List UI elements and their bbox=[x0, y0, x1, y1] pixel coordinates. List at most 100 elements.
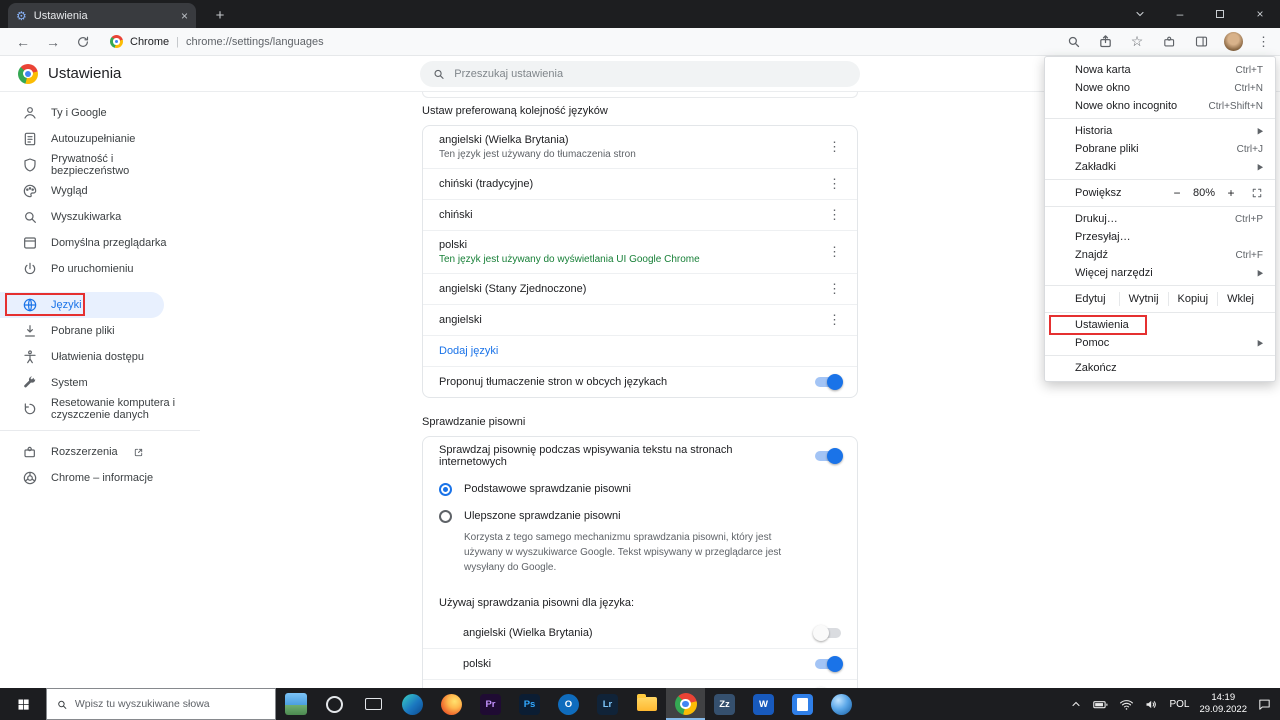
taskbar-outlook-icon[interactable]: O bbox=[549, 688, 588, 720]
menu-item-nowa-karta[interactable]: Nowa karta Ctrl+T bbox=[1045, 61, 1275, 79]
sidebar-item-rozszerzenia[interactable]: Rozszerzenia bbox=[0, 439, 200, 465]
taskbar-document-app-icon[interactable] bbox=[783, 688, 822, 720]
sidebar-item-system[interactable]: System bbox=[0, 370, 200, 396]
hidden-icons-chevron[interactable] bbox=[1070, 698, 1082, 710]
sidebar-item-autouzupelnianie[interactable]: Autouzupełnianie bbox=[0, 126, 200, 152]
sidebar-item-wyglad[interactable]: Wygląd bbox=[0, 178, 200, 204]
spellcheck-toggle[interactable] bbox=[815, 447, 843, 464]
menu-item-znajdz[interactable]: Znajdź Ctrl+F bbox=[1045, 246, 1275, 264]
taskbar-firefox-icon[interactable] bbox=[432, 688, 471, 720]
volume-icon[interactable] bbox=[1144, 697, 1159, 712]
settings-search-input[interactable] bbox=[454, 68, 848, 80]
menu-item-wiecej-narzedzi[interactable]: Więcej narzędzi ▶ bbox=[1045, 264, 1275, 282]
sidebar-item-po-uruchomieniu[interactable]: Po uruchomieniu bbox=[0, 256, 200, 282]
minimize-button[interactable]: – bbox=[1160, 0, 1200, 28]
copy-button[interactable]: Kopiuj bbox=[1167, 292, 1218, 306]
profile-avatar[interactable] bbox=[1224, 32, 1243, 51]
taskbar-search[interactable] bbox=[46, 688, 276, 720]
menu-item-historia[interactable]: Historia ▶ bbox=[1045, 122, 1275, 140]
extensions-icon[interactable] bbox=[1160, 33, 1178, 51]
taskbar-chrome-icon[interactable] bbox=[666, 688, 705, 720]
clock[interactable]: 14:19 29.09.2022 bbox=[1199, 692, 1247, 717]
enhanced-spellcheck-radio[interactable] bbox=[439, 509, 452, 523]
sidebar-item-label: Domyślna przeglądarka bbox=[51, 236, 167, 249]
browser-window-icon bbox=[22, 235, 38, 251]
side-panel-icon[interactable] bbox=[1192, 33, 1210, 51]
taskbar-photoshop-icon[interactable]: Ps bbox=[510, 688, 549, 720]
sidebar-item-wyszukiwarka[interactable]: Wyszukiwarka bbox=[0, 204, 200, 230]
language-more-icon[interactable]: ⋮ bbox=[824, 312, 845, 328]
sidebar-item-jezyki[interactable]: Języki bbox=[0, 292, 164, 318]
tab-title: Ustawienia bbox=[33, 9, 88, 22]
sidebar-item-chrome-informacje[interactable]: Chrome – informacje bbox=[0, 465, 200, 491]
taskbar-premiere-icon[interactable]: Pr bbox=[471, 688, 510, 720]
maximize-button[interactable] bbox=[1200, 0, 1240, 28]
bookmark-star-icon[interactable]: ☆ bbox=[1128, 33, 1146, 51]
taskbar-file-explorer-icon[interactable] bbox=[627, 688, 666, 720]
cut-button[interactable]: Wytnij bbox=[1118, 292, 1168, 306]
menu-item-ustawienia[interactable]: Ustawienia bbox=[1045, 315, 1275, 335]
browser-menu-icon[interactable]: ⋮ bbox=[1257, 34, 1270, 50]
reload-icon[interactable] bbox=[70, 30, 96, 54]
taskbar-lightroom-icon[interactable]: Lr bbox=[588, 688, 627, 720]
menu-item-pomoc[interactable]: Pomoc ▶ bbox=[1045, 334, 1275, 352]
new-tab-button[interactable]: + bbox=[210, 5, 230, 25]
sidebar-item-ulatwienia-dostepu[interactable]: Ułatwienia dostępu bbox=[0, 344, 200, 370]
sidebar-item-ty-i-google[interactable]: Ty i Google bbox=[0, 100, 200, 126]
share-icon[interactable] bbox=[1096, 33, 1114, 51]
menu-item-zakladki[interactable]: Zakładki ▶ bbox=[1045, 158, 1275, 176]
language-more-icon[interactable]: ⋮ bbox=[824, 207, 845, 223]
language-more-icon[interactable]: ⋮ bbox=[824, 281, 845, 297]
menu-item-drukuj[interactable]: Drukuj… Ctrl+P bbox=[1045, 210, 1275, 228]
language-more-icon[interactable]: ⋮ bbox=[824, 244, 845, 260]
close-button[interactable]: × bbox=[1240, 0, 1280, 28]
menu-item-label: Zakładki bbox=[1075, 161, 1116, 173]
basic-spellcheck-radio[interactable] bbox=[439, 482, 452, 496]
translate-toggle[interactable] bbox=[815, 374, 843, 390]
settings-search[interactable] bbox=[420, 61, 860, 87]
zoom-in-button[interactable]: + bbox=[1222, 186, 1240, 200]
wifi-icon[interactable] bbox=[1119, 697, 1134, 712]
browser-tab[interactable]: ⚙ Ustawienia × bbox=[8, 3, 196, 28]
sidebar-item-resetowanie[interactable]: Resetowanie komputera i czyszczenie dany… bbox=[0, 396, 200, 422]
menu-item-zakoncz[interactable]: Zakończ bbox=[1045, 359, 1275, 377]
menu-separator bbox=[1045, 206, 1275, 207]
sidebar-item-domyslna-przegladarka[interactable]: Domyślna przeglądarka bbox=[0, 230, 200, 256]
tab-close-icon[interactable]: × bbox=[181, 9, 188, 23]
battery-icon[interactable] bbox=[1092, 696, 1109, 713]
sidebar-item-label: Po uruchomieniu bbox=[51, 262, 134, 275]
action-center-icon[interactable] bbox=[1257, 697, 1272, 712]
language-more-icon[interactable]: ⋮ bbox=[824, 139, 845, 155]
taskbar-round-app-icon[interactable] bbox=[822, 688, 861, 720]
sidebar-item-prywatnosc[interactable]: Prywatność i bezpieczeństwo bbox=[0, 152, 200, 178]
menu-item-pobrane-pliki[interactable]: Pobrane pliki Ctrl+J bbox=[1045, 140, 1275, 158]
forward-icon[interactable]: → bbox=[40, 30, 66, 54]
tab-search-icon[interactable] bbox=[1120, 0, 1160, 28]
menu-item-incognito[interactable]: Nowe okno incognito Ctrl+Shift+N bbox=[1045, 97, 1275, 115]
back-icon[interactable]: ← bbox=[10, 30, 36, 54]
spellcheck-language-toggle[interactable] bbox=[815, 656, 843, 672]
palette-icon bbox=[22, 183, 38, 199]
start-button[interactable] bbox=[0, 688, 46, 720]
fullscreen-icon[interactable] bbox=[1251, 187, 1263, 199]
taskbar-zz-app-icon[interactable]: Zz bbox=[705, 688, 744, 720]
add-languages-link[interactable]: Dodaj języki bbox=[439, 345, 498, 357]
paste-button[interactable]: Wklej bbox=[1217, 292, 1263, 306]
submenu-arrow-icon: ▶ bbox=[1257, 163, 1263, 172]
taskbar-task-view-icon[interactable] bbox=[354, 688, 393, 720]
zoom-out-button[interactable]: − bbox=[1168, 186, 1186, 200]
zoom-indicator-icon[interactable] bbox=[1064, 33, 1082, 51]
taskbar-word-icon[interactable]: W bbox=[744, 688, 783, 720]
sidebar-item-pobrane-pliki[interactable]: Pobrane pliki bbox=[0, 318, 200, 344]
keyboard-language-indicator[interactable]: POL bbox=[1169, 699, 1189, 710]
taskbar-cortana-icon[interactable] bbox=[315, 688, 354, 720]
address-bar[interactable]: Chrome | chrome://settings/languages bbox=[110, 35, 324, 48]
taskbar-edge-icon[interactable] bbox=[393, 688, 432, 720]
taskbar-widgets-icon[interactable] bbox=[276, 688, 315, 720]
menu-item-przesylaj[interactable]: Przesyłaj… bbox=[1045, 228, 1275, 246]
language-name: chiński bbox=[439, 209, 473, 221]
taskbar-search-input[interactable] bbox=[74, 698, 266, 710]
language-more-icon[interactable]: ⋮ bbox=[824, 176, 845, 192]
menu-item-nowe-okno[interactable]: Nowe okno Ctrl+N bbox=[1045, 79, 1275, 97]
spellcheck-language-toggle[interactable] bbox=[813, 624, 841, 641]
